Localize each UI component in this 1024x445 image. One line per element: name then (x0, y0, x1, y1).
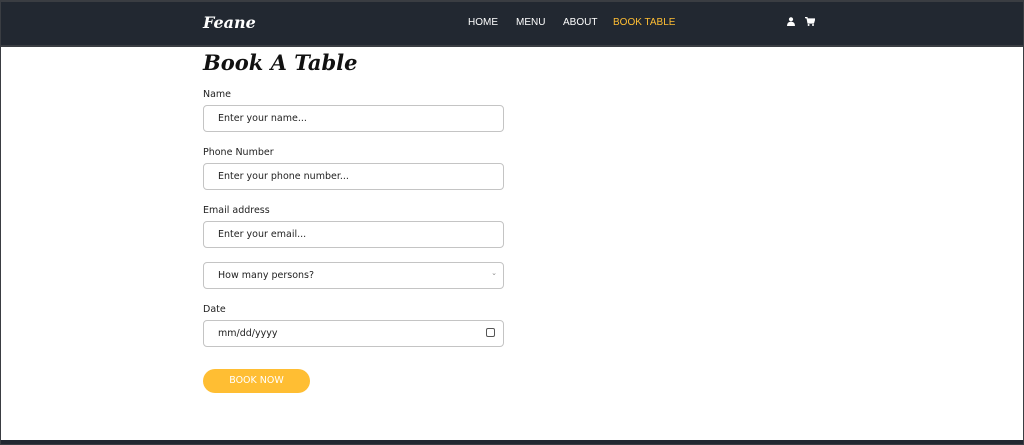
date-input[interactable]: mm/dd/yyyy (203, 320, 504, 347)
calendar-icon[interactable] (486, 328, 495, 337)
persons-select[interactable]: How many persons? ⌄ (203, 262, 504, 289)
name-input[interactable]: Enter your name... (203, 105, 504, 132)
nav-menu[interactable]: MENU (516, 17, 545, 28)
window-border (0, 0, 1024, 445)
phone-input[interactable]: Enter your phone number... (203, 163, 504, 190)
logo[interactable]: Feane (203, 13, 256, 32)
name-label: Name (203, 89, 232, 100)
nav-book-table[interactable]: BOOK TABLE (613, 17, 675, 28)
footer (0, 440, 1024, 445)
nav-about[interactable]: ABOUT (563, 17, 597, 28)
chevron-down-icon: ⌄ (491, 269, 497, 277)
nav-home[interactable]: HOME (468, 17, 498, 28)
date-label: Date (203, 304, 226, 315)
date-input-value: mm/dd/yyyy (218, 328, 278, 339)
email-label: Email address (203, 205, 270, 216)
user-icon[interactable] (787, 17, 795, 29)
page-title: Book A Table (203, 50, 358, 75)
header: Feane HOME MENU ABOUT BOOK TABLE (0, 0, 1024, 47)
persons-select-value: How many persons? (218, 270, 315, 281)
book-now-button[interactable]: BOOK NOW (203, 369, 310, 393)
email-input[interactable]: Enter your email... (203, 221, 504, 248)
cart-icon[interactable] (805, 17, 816, 29)
phone-label: Phone Number (203, 147, 274, 158)
